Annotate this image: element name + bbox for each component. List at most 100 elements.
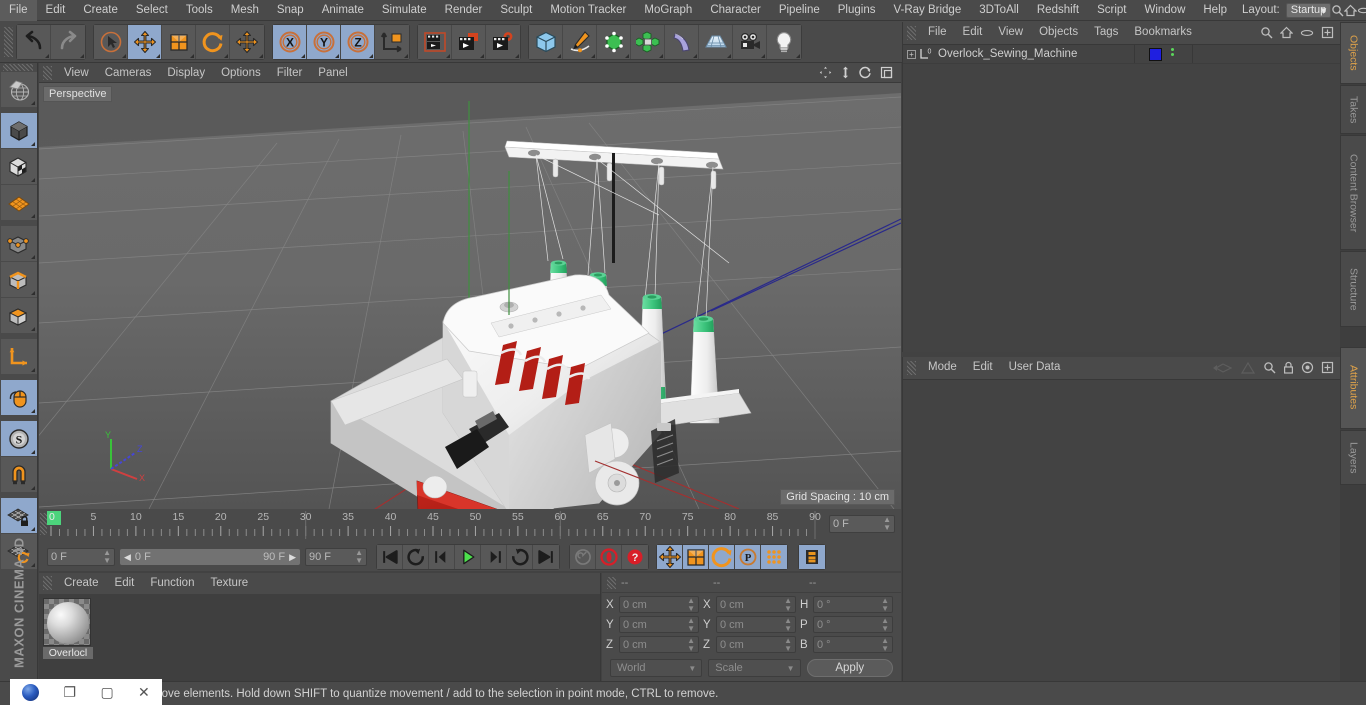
go-to-end-button[interactable] [533,545,559,569]
object-menu-tags[interactable]: Tags [1086,22,1126,43]
points-mode-button[interactable] [1,226,37,262]
app-icon[interactable] [22,683,40,701]
object-row[interactable]: + 0 Overlock_Sewing_Machine [903,45,1340,64]
menu-create[interactable]: Create [74,0,127,21]
menu-plugins[interactable]: Plugins [829,0,885,21]
menu-animate[interactable]: Animate [313,0,373,21]
object-menu-file[interactable]: File [920,22,955,43]
back-nav-icon[interactable] [1213,362,1233,374]
dolly-icon[interactable] [840,66,851,79]
menu-window[interactable]: Window [1135,0,1194,21]
material-swatch[interactable] [43,598,91,646]
menu-render[interactable]: Render [436,0,492,21]
coord-field-y-size[interactable]: 0 cm ▲ ▼ [716,616,796,633]
keyframe-selection-button[interactable]: ? [622,545,648,569]
menu-snap[interactable]: Snap [268,0,313,21]
viewport-grip[interactable] [43,65,52,80]
timeline-grip[interactable] [40,513,47,535]
minimize-icon[interactable] [1357,4,1366,17]
attribute-menu-mode[interactable]: Mode [920,357,965,378]
menu-mograph[interactable]: MoGraph [635,0,701,21]
enable-snapping-button[interactable] [1,380,37,416]
go-to-start-button[interactable] [377,545,403,569]
material-menu-function[interactable]: Function [142,573,202,593]
object-menu-view[interactable]: View [990,22,1031,43]
viewport-menu-panel[interactable]: Panel [310,63,355,83]
visibility-dot-render[interactable] [1171,53,1174,56]
stepper-icon[interactable]: ▲ ▼ [355,549,363,565]
workplane-button[interactable] [1,185,37,221]
lock-z-button[interactable]: Z [341,24,375,59]
attribute-grip[interactable] [907,360,916,375]
pan-icon[interactable] [819,66,832,79]
viewport-menu-options[interactable]: Options [213,63,269,83]
vtab-attributes[interactable]: Attributes [1340,346,1366,429]
coord-field-y-pos[interactable]: 0 cm ▲ ▼ [619,616,699,633]
step-forward-button[interactable] [481,545,507,569]
render-region-button[interactable] [452,24,486,59]
vtab-takes[interactable]: Takes [1340,85,1366,135]
move-duplicate-button[interactable] [230,24,264,59]
coord-field-h[interactable]: 0 ° ▲ ▼ [813,596,893,613]
next-key-button[interactable] [507,545,533,569]
toolbar-grip[interactable] [4,26,13,57]
add-icon[interactable] [1321,361,1334,374]
vtab-structure[interactable]: Structure [1340,251,1366,327]
range-right-arrow-icon[interactable]: ▶ [285,552,296,563]
object-menu-bookmarks[interactable]: Bookmarks [1126,22,1200,43]
axis-modify-button[interactable] [1,339,37,375]
menu-script[interactable]: Script [1088,0,1135,21]
previous-key-button[interactable] [403,545,429,569]
material-menu-edit[interactable]: Edit [107,573,143,593]
stepper-icon[interactable]: ▲ ▼ [687,616,695,633]
vtab-layers[interactable]: Layers [1340,429,1366,486]
add-camera-button[interactable] [733,24,767,59]
lock-icon[interactable] [1283,361,1294,374]
texture-mode-button[interactable] [1,149,37,185]
lock-x-button[interactable]: X [273,24,307,59]
timeline-ruler[interactable]: 0 5 10 15 20 25 30 35 40 45 50 55 60 65 70 75 80 85 90 [47,511,823,539]
material-grip[interactable] [43,576,52,590]
attribute-menu-edit[interactable]: Edit [965,357,1001,378]
home-icon[interactable] [1280,26,1293,39]
coord-field-z-size[interactable]: 0 cm ▲ ▼ [716,636,796,653]
viewport-menu-view[interactable]: View [56,63,97,83]
timeline-toggle-button[interactable] [799,545,825,569]
stepper-icon[interactable]: ▲ ▼ [881,596,889,613]
coord-field-z-pos[interactable]: 0 cm ▲ ▼ [619,636,699,653]
range-left-arrow-icon[interactable]: ◀ [124,552,131,563]
stepper-icon[interactable]: ▲ ▼ [687,596,695,613]
soft-selection-button[interactable]: S [1,421,37,457]
autokeying-button[interactable] [570,545,596,569]
transform-mode-dropdown[interactable]: Scale ▼ [708,659,801,677]
object-tree[interactable]: + 0 Overlock_Sewing_Machine [903,44,1340,352]
material-menu-create[interactable]: Create [56,573,107,593]
viewport-3d[interactable]: Perspective Grid Spacing : 10 cm Y X Z [39,83,901,509]
add-light-button[interactable] [767,24,801,59]
layout-select[interactable]: Startup ▾ [1285,2,1332,18]
undo-view-button[interactable] [1,72,37,108]
add-layer-icon[interactable] [1321,26,1334,39]
search-icon[interactable] [1260,26,1273,39]
viewport-menu-cameras[interactable]: Cameras [97,63,160,83]
left-toolbar-grip[interactable] [3,64,33,71]
render-view-button[interactable] [418,24,452,59]
end-frame-field[interactable]: 90 F ▲ ▼ [305,548,367,566]
menu-file[interactable]: File [0,0,37,21]
apply-button[interactable]: Apply [806,659,893,677]
move-button[interactable] [128,24,162,59]
record-scale-button[interactable] [683,545,709,569]
visibility-dot-editor[interactable] [1171,48,1174,51]
model-mode-button[interactable] [1,113,37,149]
live-selection-button[interactable] [94,24,128,59]
record-rotation-button[interactable] [709,545,735,569]
close-icon[interactable]: ✕ [138,684,150,701]
play-forward-button[interactable] [455,545,481,569]
menu-mesh[interactable]: Mesh [222,0,268,21]
stepper-icon[interactable]: ▲ ▼ [784,636,792,653]
coordinates-grip[interactable] [607,576,616,589]
menu-v-ray-bridge[interactable]: V-Ray Bridge [884,0,970,21]
add-spline-button[interactable] [563,24,597,59]
menu-help[interactable]: Help [1194,0,1236,21]
material-menu-texture[interactable]: Texture [202,573,256,593]
